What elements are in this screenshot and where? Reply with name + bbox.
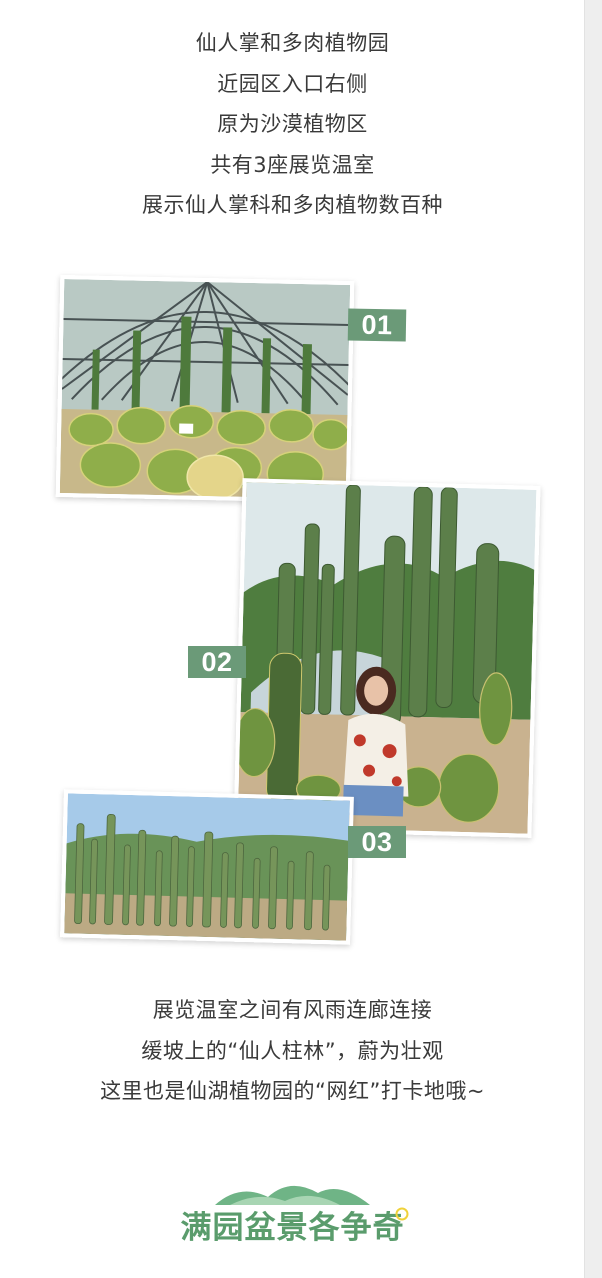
badge-03: 03	[348, 826, 406, 858]
photo-greenhouse	[55, 274, 355, 504]
outro-line: 缓坡上的“仙人柱林”，蔚为壮观	[141, 1038, 444, 1063]
sun-icon	[395, 1207, 409, 1221]
outro-text: 展览温室之间有风雨连廊连接 缓坡上的“仙人柱林”，蔚为壮观 这里也是仙湖植物园的…	[0, 990, 585, 1112]
intro-line: 展示仙人掌科和多肉植物数百种	[142, 193, 443, 217]
scrollbar-track[interactable]	[584, 0, 602, 1278]
section-title: 满园盆景各争奇	[180, 1210, 405, 1246]
photo-woman-cacti	[233, 478, 541, 838]
badge-01: 01	[347, 308, 407, 342]
photo-cactus-forest	[60, 789, 354, 945]
intro-line: 近园区入口右侧	[217, 71, 368, 96]
intro-line: 仙人掌和多肉植物园	[195, 31, 390, 55]
intro-line: 原为沙漠植物区	[217, 112, 368, 136]
intro-text: 仙人掌和多肉植物园 近园区入口右侧 原为沙漠植物区 共有3座展览温室 展示仙人掌…	[0, 23, 585, 226]
badge-02: 02	[188, 646, 246, 678]
outro-line: 展览温室之间有风雨连廊连接	[152, 998, 433, 1022]
outro-line: 这里也是仙湖植物园的“网红”打卡地哦~	[100, 1079, 485, 1103]
intro-line: 共有3座展览温室	[210, 152, 375, 177]
